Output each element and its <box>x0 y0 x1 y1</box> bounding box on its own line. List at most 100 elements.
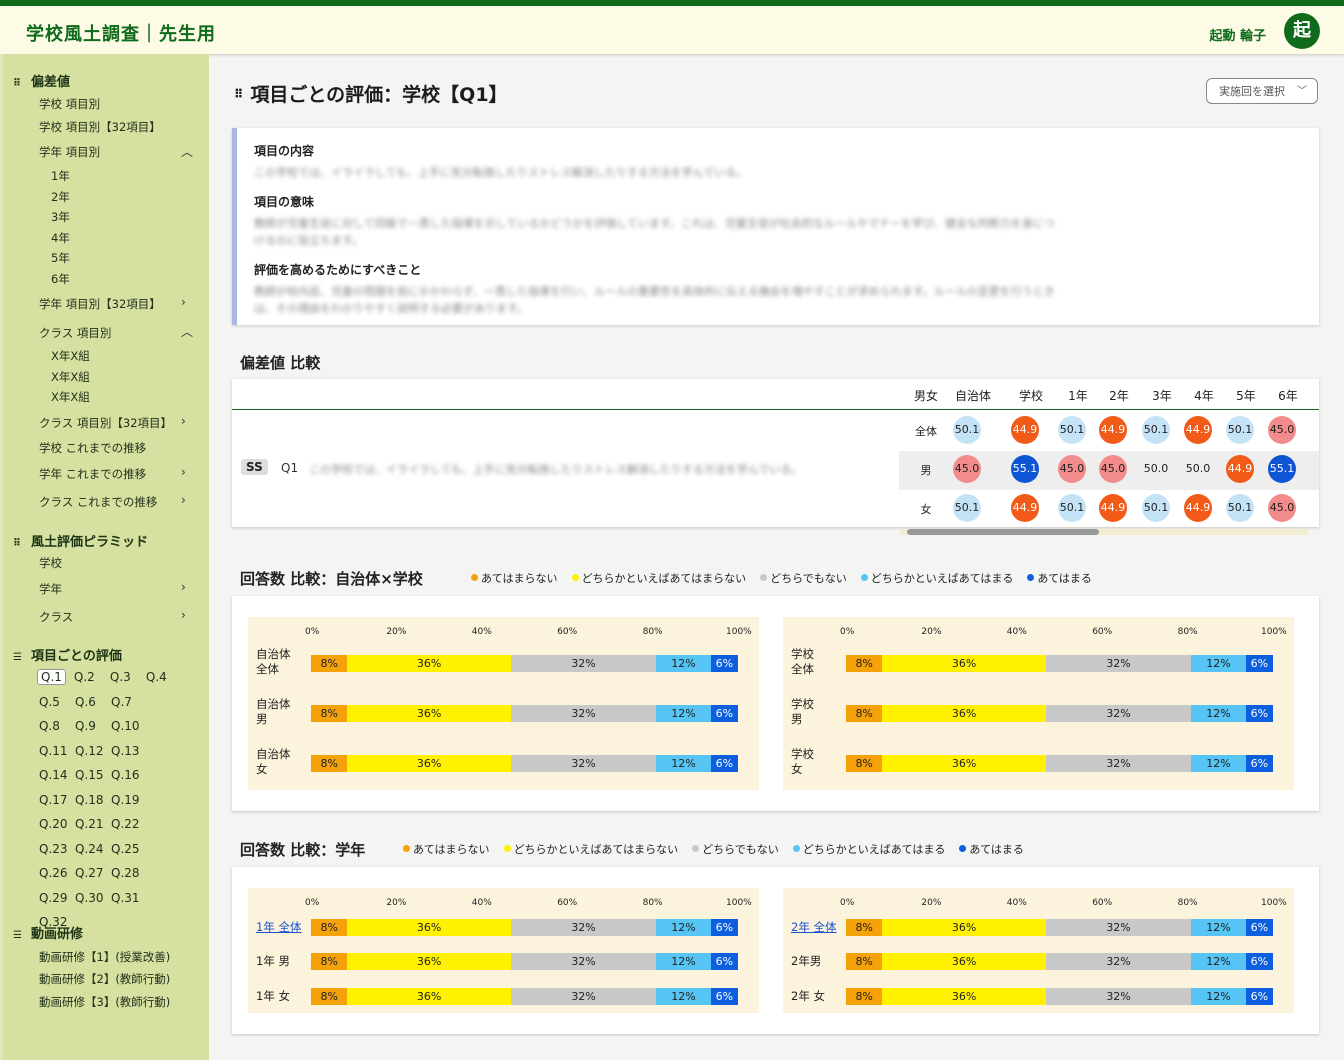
list-icon: ☰ <box>13 652 22 663</box>
sidebar-section-deviation[interactable]: ⠿ 偏差値 <box>13 71 70 90</box>
bar-label-line: 男 <box>256 712 268 726</box>
question-link[interactable]: Q.28 <box>109 865 144 881</box>
question-link[interactable]: Q.6 <box>73 694 108 710</box>
question-link[interactable]: Q.8 <box>37 718 72 734</box>
question-link[interactable]: Q.21 <box>73 816 108 832</box>
sidebar-item-grade-trend[interactable]: 学年 これまでの推移 <box>39 466 146 482</box>
user-name[interactable]: 起動 輪子 <box>1209 25 1266 44</box>
question-link[interactable]: Q.30 <box>73 890 108 906</box>
question-link[interactable]: Q.9 <box>73 718 108 734</box>
deviation-value: 50.1 <box>1142 494 1170 522</box>
question-link[interactable]: Q.29 <box>37 890 72 906</box>
sidebar-item-video-2[interactable]: 動画研修【2】(教師行動) <box>39 971 170 987</box>
round-select[interactable]: 実施回を選択 ﹀ <box>1206 78 1318 104</box>
sidebar-item-grade-2[interactable]: 2年 <box>51 189 70 205</box>
horizontal-scrollbar[interactable] <box>899 529 1309 535</box>
sidebar-item-class-3[interactable]: X年X組 <box>51 389 90 405</box>
sidebar-item-class-1[interactable]: X年X組 <box>51 348 90 364</box>
sidebar-item-grade-6[interactable]: 6年 <box>51 271 70 287</box>
question-row: Q.8 Q.9 Q.10 <box>37 715 197 740</box>
question-link[interactable]: Q.17 <box>37 792 72 808</box>
bar-segment: 8% <box>311 705 348 722</box>
question-link[interactable]: Q.7 <box>109 694 144 710</box>
sidebar-item-school-items-32[interactable]: 学校 項目別【32項目】 <box>39 119 161 135</box>
sidebar-item-video-3[interactable]: 動画研修【3】(教師行動) <box>39 994 170 1010</box>
question-link[interactable]: Q.16 <box>109 767 144 783</box>
bar-row-label[interactable]: 1年 全体 <box>256 920 301 935</box>
question-link[interactable]: Q.18 <box>73 792 108 808</box>
question-link[interactable]: Q.3 <box>108 669 143 685</box>
question-link[interactable]: Q.23 <box>37 841 72 857</box>
chevron-right-icon[interactable]: › <box>181 414 186 428</box>
bar-segment: 36% <box>882 755 1046 772</box>
sidebar-item-video-1[interactable]: 動画研修【1】(授業改善) <box>39 949 170 965</box>
deviation-table: SS Q1 この学校では、イライラしても、上手に気分転換したりストレス解消したり… <box>232 379 1319 535</box>
chevron-right-icon[interactable]: › <box>181 608 186 622</box>
sidebar-section-video[interactable]: ☰ 動画研修 <box>13 923 83 942</box>
question-link[interactable]: Q.31 <box>109 890 144 906</box>
sidebar-item-grade-5[interactable]: 5年 <box>51 250 70 266</box>
question-link[interactable]: Q.19 <box>109 792 144 808</box>
axis-tick-label: 100% <box>726 627 752 637</box>
avatar[interactable]: 起 <box>1284 13 1320 49</box>
question-link[interactable]: Q.10 <box>109 718 144 734</box>
bar-segment: 8% <box>846 655 883 672</box>
column-header: 3年 <box>1152 389 1172 403</box>
deviation-value: 45.0 <box>953 455 981 483</box>
legend-label: あてはまらない <box>481 572 558 585</box>
deviation-value: 50.1 <box>1226 416 1254 444</box>
scrollbar-thumb[interactable] <box>907 529 1099 535</box>
sidebar-item-grade-items[interactable]: 学年 項目別 <box>39 144 100 160</box>
deviation-value: 45.0 <box>1268 416 1296 444</box>
content-heading: 項目の内容 <box>254 144 315 158</box>
question-link[interactable]: Q.27 <box>73 865 108 881</box>
legend-label: あてはまらない <box>413 843 490 856</box>
question-link[interactable]: Q.14 <box>37 767 72 783</box>
sidebar-item-grade-1[interactable]: 1年 <box>51 168 70 184</box>
question-link[interactable]: Q.5 <box>37 694 72 710</box>
meaning-text-2: けるのに役立ちます。 <box>254 234 363 247</box>
sidebar-item-pyramid-grade[interactable]: 学年 <box>39 581 62 597</box>
sidebar-item-class-items[interactable]: クラス 項目別 <box>39 325 111 341</box>
question-link[interactable]: Q.4 <box>144 669 179 685</box>
column-header: 学校 <box>1018 389 1043 403</box>
chevron-up-icon[interactable]: ︿ <box>181 323 193 340</box>
sidebar-item-grade-3[interactable]: 3年 <box>51 209 70 225</box>
question-link[interactable]: Q.2 <box>72 669 107 685</box>
header-divider <box>232 409 1319 410</box>
sidebar-section-pyramid[interactable]: ⠿ 風土評価ピラミッド <box>13 531 148 550</box>
question-link[interactable]: Q.20 <box>37 816 72 832</box>
sidebar-item-grade-4[interactable]: 4年 <box>51 230 70 246</box>
question-link[interactable]: Q.1 <box>37 669 66 685</box>
question-link[interactable]: Q.15 <box>73 767 108 783</box>
axis-tick-label: 80% <box>642 898 663 908</box>
meaning-heading: 項目の意味 <box>254 195 315 209</box>
legend-dot-icon <box>692 845 700 852</box>
chevron-right-icon[interactable]: › <box>181 465 186 479</box>
sidebar-item-school-items[interactable]: 学校 項目別 <box>39 96 100 112</box>
bar-row-label[interactable]: 2年 全体 <box>791 920 836 935</box>
sidebar-item-class-items-32[interactable]: クラス 項目別【32項目】 <box>39 415 172 431</box>
bar-segment: 32% <box>1045 988 1192 1005</box>
question-link[interactable]: Q.26 <box>37 865 72 881</box>
sidebar-item-pyramid-class[interactable]: クラス <box>39 609 73 625</box>
stacked-bar: 8% 36% 32% 12% 6% <box>846 988 1273 1005</box>
legend-grade: あてはまらない どちらかといえばあてはまらない どちらでもない どちらかといえばあては… <box>403 841 1038 857</box>
chevron-right-icon[interactable]: › <box>181 295 186 309</box>
question-link[interactable]: Q.13 <box>109 743 144 759</box>
legend-label: どちらでもない <box>770 572 847 585</box>
question-link[interactable]: Q.22 <box>109 816 144 832</box>
chevron-right-icon[interactable]: › <box>181 493 186 507</box>
question-link[interactable]: Q.25 <box>109 841 144 857</box>
sidebar-item-class-2[interactable]: X年X組 <box>51 369 90 385</box>
question-link[interactable]: Q.12 <box>73 743 108 759</box>
question-link[interactable]: Q.11 <box>37 743 72 759</box>
question-link[interactable]: Q.24 <box>73 841 108 857</box>
chevron-up-icon[interactable]: ︿ <box>181 143 193 160</box>
sidebar-item-pyramid-school[interactable]: 学校 <box>39 555 62 571</box>
sidebar-item-class-trend[interactable]: クラス これまでの推移 <box>39 494 157 510</box>
sidebar-item-school-trend[interactable]: 学校 これまでの推移 <box>39 440 146 456</box>
sidebar-section-items[interactable]: ☰ 項目ごとの評価 <box>13 645 122 664</box>
sidebar-item-grade-items-32[interactable]: 学年 項目別【32項目】 <box>39 296 161 312</box>
chevron-right-icon[interactable]: › <box>181 580 186 594</box>
